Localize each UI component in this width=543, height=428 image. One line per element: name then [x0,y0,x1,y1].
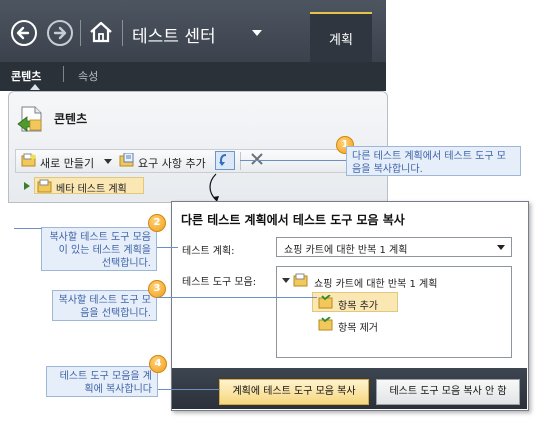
header-divider [122,20,123,46]
copy-to-plan-button[interactable]: 계획에 테스트 도구 모음 복사 [219,379,369,405]
tab-plan-label: 계획 [329,33,353,48]
callout-badge: 3 [148,280,166,298]
back-button[interactable] [11,20,37,46]
test-plan-select-value: 쇼핑 카트에 대한 반복 1 계획 [284,245,408,256]
test-suite-icon [318,316,334,334]
subnav-divider [63,66,64,82]
dialog-title: 다른 테스트 계획에서 테스트 도구 모음 복사 [181,213,405,227]
test-suite-icon [318,294,334,312]
home-icon [90,21,112,43]
toolbar-divider [240,152,241,170]
callout-text: 다른 테스트 계획에서 테스트 도구 모음을 복사합니다. [346,146,521,176]
tab-plan[interactable]: 계획 [310,12,372,62]
new-suite-icon[interactable] [21,153,37,170]
test-plan-label: 테스트 계획: [182,246,235,257]
callout-badge: 4 [149,355,167,373]
copy-suite-button[interactable] [215,151,235,170]
callout-leader [158,389,220,390]
copy-suite-icon [219,154,227,166]
collapse-arrow-icon[interactable] [282,278,290,283]
callout-text: 테스트 도구 모음을 계획에 복사합니다 [46,366,158,397]
callout-leader [240,160,346,161]
app-title: 테스트 센터 [132,27,216,47]
requirements-icon[interactable] [119,152,135,170]
cancel-copy-button[interactable]: 테스트 도구 모음 복사 안 함 [376,379,520,405]
sub-navigation-bar [0,62,386,91]
home-button[interactable] [88,19,114,48]
tab-contents[interactable]: 콘텐츠 [11,68,41,84]
suite-tree-item-label[interactable]: 항목 제거 [338,319,378,334]
callout-text: 복사할 테스트 도구 모음이 있는 테스트 계획을 선택합니다. [41,227,157,271]
header-divider [80,20,81,46]
callout-leader [14,228,42,229]
active-tab-indicator [30,84,40,90]
suite-tree-item-label: 항목 추가 [338,301,378,312]
test-suite-label: 테스트 도구 모음: [182,277,257,288]
chevron-down-icon[interactable] [252,30,262,36]
back-arrow-icon [16,26,30,40]
connector-arrow [209,173,219,202]
expand-arrow-icon[interactable] [24,182,30,190]
callout-leader [157,297,317,298]
callout-badge: 2 [148,214,166,232]
callout-leader [157,247,178,248]
test-plan-select[interactable]: 쇼핑 카트에 대한 반복 1 계획 [276,237,512,257]
chevron-down-icon [497,245,505,250]
test-plan-icon [37,179,53,196]
tree-item-label: 베타 테스트 계획 [56,184,127,195]
suite-tree-root-label[interactable]: 쇼핑 카트에 대한 반복 1 계획 [314,275,437,290]
new-button[interactable]: 새로 만들기 [40,155,94,171]
callout-text: 복사할 테스트 도구 모음을 선택합니다. [52,290,157,321]
document-icon [16,104,46,137]
tab-properties[interactable]: 속성 [78,68,98,84]
add-requirements-button[interactable]: 요구 사항 추가 [138,155,206,171]
forward-button[interactable] [47,20,73,46]
forward-arrow-icon [53,26,67,40]
chevron-down-icon[interactable] [104,159,112,164]
panel-title: 콘텐츠 [54,112,88,126]
delete-icon[interactable] [250,152,264,170]
test-plan-icon [293,273,309,290]
